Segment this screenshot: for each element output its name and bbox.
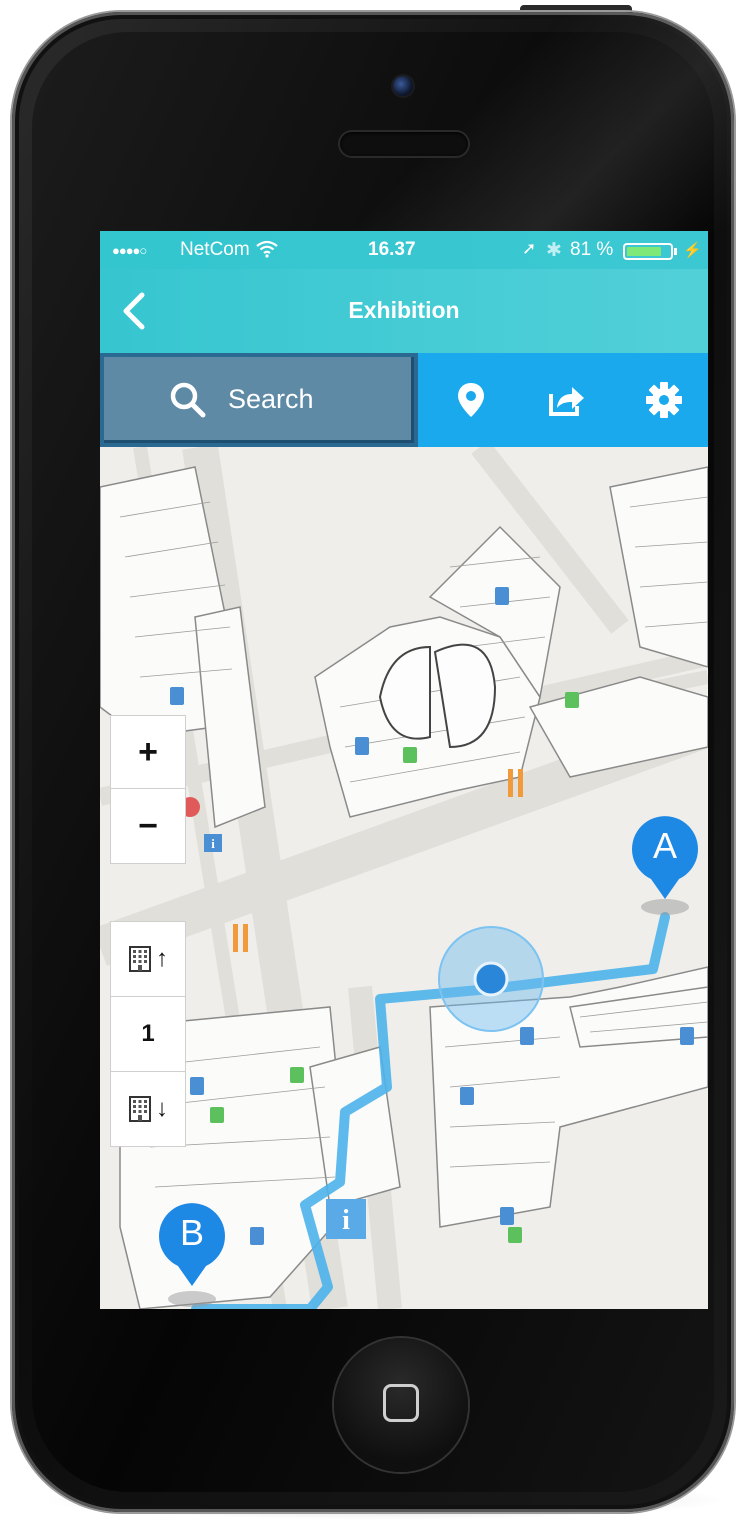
marker-a-shadow	[641, 899, 689, 915]
clock: 16.37	[368, 239, 416, 260]
indoor-map[interactable]: i i A B + − ↑ 1 ↓	[100, 447, 708, 1309]
svg-text:i: i	[342, 1205, 350, 1236]
floor-down-arrow: ↓	[156, 1095, 168, 1122]
marker-a[interactable]: A	[629, 815, 701, 901]
bluetooth-icon: ✱	[546, 240, 562, 261]
signal-strength: ●●●●○	[112, 243, 147, 258]
floor-up-button[interactable]: ↑	[110, 921, 186, 997]
home-button-icon	[383, 1384, 419, 1422]
svg-text:i: i	[211, 836, 215, 851]
current-location-dot	[473, 961, 509, 997]
zoom-out-button[interactable]: −	[110, 788, 186, 864]
marker-b-shadow	[168, 1291, 216, 1307]
floor-down-button[interactable]: ↓	[110, 1071, 186, 1147]
status-bar: ●●●●○ NetCom 16.37 ➚ ✱ 81 % ⚡	[100, 231, 708, 269]
battery-percent: 81 %	[570, 239, 614, 260]
front-camera	[393, 76, 413, 96]
earpiece-speaker	[340, 132, 468, 156]
current-floor-label: 1	[141, 1020, 155, 1047]
search-button[interactable]: Search	[100, 353, 418, 447]
current-floor: 1	[110, 996, 186, 1072]
search-icon	[170, 382, 206, 418]
building-icon	[129, 1096, 151, 1122]
battery-tip	[674, 248, 677, 255]
wifi-icon	[256, 240, 278, 258]
marker-b-label: B	[179, 1212, 204, 1253]
zoom-out-label: −	[138, 806, 158, 845]
marker-a-label: A	[652, 825, 677, 866]
toolbar: Search	[100, 353, 708, 447]
battery-icon	[623, 243, 673, 260]
battery-level	[627, 247, 661, 256]
screen: ●●●●○ NetCom 16.37 ➚ ✱ 81 % ⚡ Exhibition	[100, 231, 708, 1309]
page-title: Exhibition	[348, 297, 460, 323]
location-services-icon: ➚	[522, 239, 537, 258]
search-label: Search	[228, 384, 314, 414]
building-icon	[129, 946, 151, 972]
carrier-name: NetCom	[180, 239, 250, 260]
floor-up-arrow: ↑	[156, 945, 168, 972]
map-buildings	[100, 466, 708, 1309]
zoom-in-button[interactable]: +	[110, 715, 186, 789]
share-icon[interactable]	[546, 380, 586, 420]
map-canvas[interactable]: i i	[100, 447, 708, 1309]
marker-b[interactable]: B	[156, 1202, 228, 1288]
location-pin-icon[interactable]	[451, 380, 491, 420]
zoom-in-label: +	[138, 732, 158, 771]
navigation-bar: Exhibition	[100, 269, 708, 353]
gear-icon[interactable]	[644, 380, 684, 420]
charging-icon: ⚡	[683, 242, 702, 259]
